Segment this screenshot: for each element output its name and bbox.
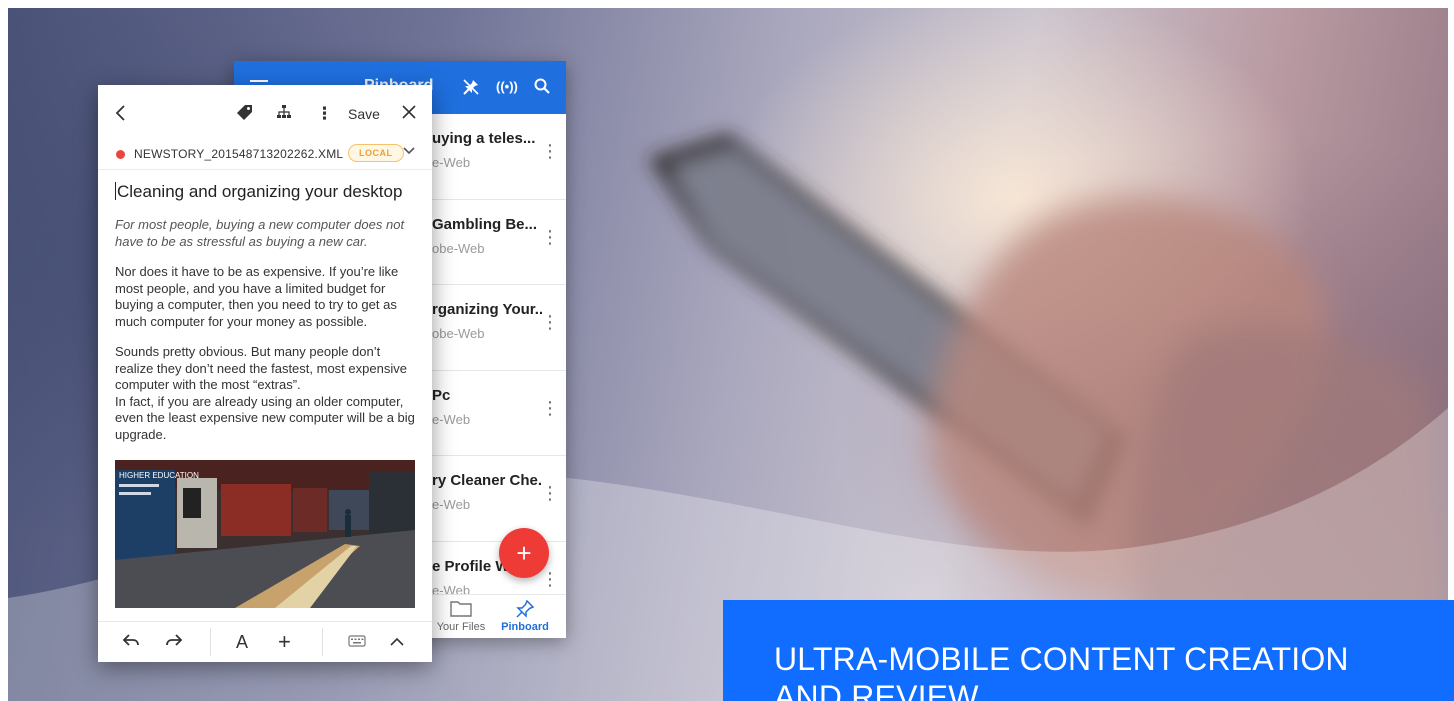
list-item-title: uying a teles... (432, 130, 536, 147)
text-caret (115, 182, 116, 200)
pin-off-icon[interactable] (462, 78, 480, 101)
document-title-text: Cleaning and organizing your desktop (117, 182, 403, 201)
editor-panel: ⋮ Save NEWSTORY_201548713202262.XML LOCA… (98, 85, 432, 662)
more-vertical-icon[interactable]: ⋮ (541, 484, 559, 502)
toolbar-divider (210, 628, 211, 656)
list-item-title: Gambling Be... (432, 215, 538, 233)
broadcast-icon[interactable]: ((•)) (496, 78, 518, 96)
more-vertical-icon[interactable]: ⋮ (541, 399, 559, 417)
document-paragraph: Nor does it have to be as expensive. If … (115, 264, 399, 329)
more-vertical-icon[interactable]: ⋮ (541, 228, 559, 246)
list-item-title: rganizing Your... (432, 301, 542, 318)
document-body[interactable]: Cleaning and organizing your desktop For… (115, 181, 415, 457)
list-item-subtitle: obe-Web (432, 240, 485, 256)
keyboard-icon[interactable] (348, 632, 366, 652)
file-info-bar: NEWSTORY_201548713202262.XML LOCAL (98, 142, 432, 170)
document-paragraph: Sounds pretty obvious. But many people d… (115, 344, 407, 392)
document-title[interactable]: Cleaning and organizing your desktop (115, 181, 415, 203)
add-file-button[interactable]: + (499, 528, 549, 578)
record-status-icon (116, 150, 125, 159)
undo-icon[interactable] (122, 632, 140, 652)
nav-your-files-label: Your Files (436, 621, 486, 633)
nav-your-files[interactable]: Your Files (426, 599, 496, 633)
file-name: NEWSTORY_201548713202262.XML (134, 147, 344, 161)
document-image[interactable]: HIGHER EDUCATION (115, 460, 415, 608)
chevron-up-icon[interactable] (390, 632, 404, 652)
font-format-button[interactable]: A (236, 632, 248, 652)
document-lead: For most people, buying a new computer d… (115, 217, 405, 249)
editor-bottom-bar: A + (98, 621, 432, 662)
nav-pinboard[interactable]: Pinboard (490, 599, 560, 633)
toolbar-divider (322, 628, 323, 656)
caption-heading: ULTRA-MOBILE CONTENT CREATION AND REVIEW (774, 641, 1349, 701)
tag-icon[interactable] (236, 104, 253, 126)
nav-pinboard-label: Pinboard (501, 621, 549, 633)
local-badge: LOCAL (348, 144, 404, 162)
more-vertical-icon[interactable]: ⋮ (541, 570, 559, 588)
more-vertical-icon[interactable]: ⋮ (316, 104, 333, 124)
pin-icon (490, 599, 560, 619)
search-icon[interactable] (534, 78, 550, 99)
chevron-left-icon[interactable] (114, 104, 126, 126)
list-item-title: Pc (432, 386, 451, 404)
save-button[interactable]: Save (348, 106, 380, 122)
close-icon[interactable] (402, 104, 416, 124)
list-item-title: ry Cleaner Che... (432, 472, 542, 489)
folder-icon (426, 599, 496, 619)
hierarchy-icon[interactable] (276, 104, 292, 125)
editor-toolbar: ⋮ Save (98, 85, 432, 142)
chevron-down-icon[interactable] (403, 145, 415, 159)
list-item-subtitle: obe-Web (432, 326, 485, 341)
document-paragraph: In fact, if you are already using an old… (115, 393, 415, 442)
more-vertical-icon[interactable]: ⋮ (541, 142, 559, 160)
list-item-subtitle: e-Web (432, 497, 471, 512)
insert-button[interactable]: + (278, 631, 291, 653)
redo-icon[interactable] (165, 632, 183, 652)
caption-box: ULTRA-MOBILE CONTENT CREATION AND REVIEW (723, 600, 1454, 701)
list-item-subtitle: e-Web (432, 155, 471, 170)
subway-photo: HIGHER EDUCATION (115, 460, 415, 608)
list-item-subtitle: e-Web (432, 411, 471, 427)
more-vertical-icon[interactable]: ⋮ (541, 313, 559, 331)
